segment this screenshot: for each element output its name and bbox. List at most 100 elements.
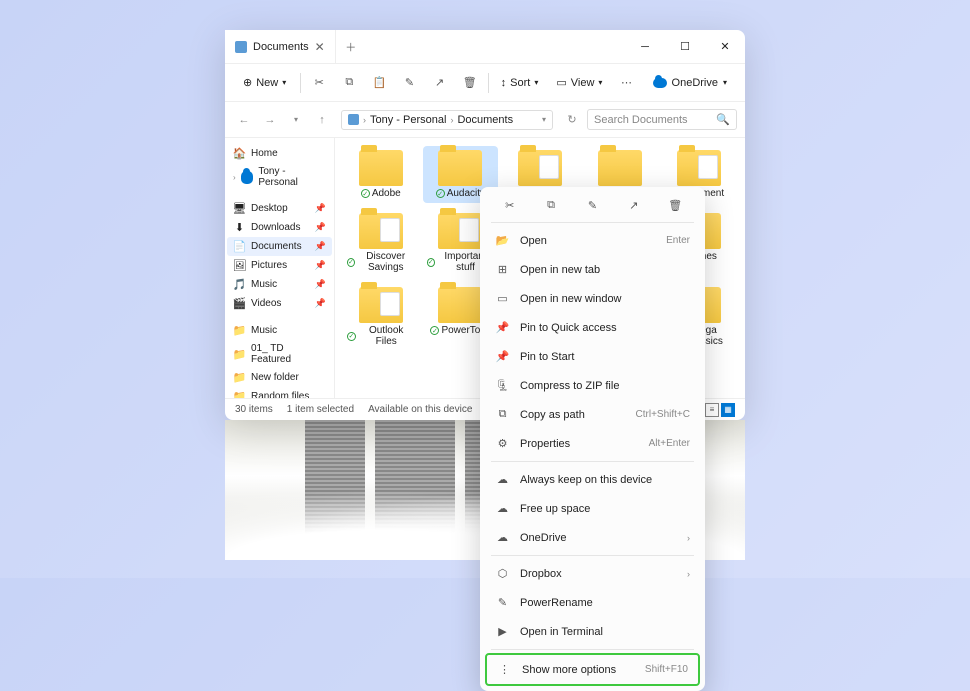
sync-icon: ✓ [347,258,355,267]
paste-button[interactable]: 📋 [367,70,391,96]
sidebar-item[interactable]: 📁Music [227,321,332,340]
ctx-copy-path[interactable]: ⧉Copy as pathCtrl+Shift+C [485,400,700,429]
availability: Available on this device [368,404,472,415]
new-button[interactable]: ⊕ New ▾ [235,72,294,93]
ctx-open[interactable]: 📂OpenEnter [485,226,700,255]
gear-icon: ⚙ [495,436,510,451]
ctx-properties[interactable]: ⚙PropertiesAlt+Enter [485,429,700,458]
search-input[interactable]: Search Documents🔍 [587,109,737,130]
home-icon: 🏠 [233,147,246,160]
sidebar-home[interactable]: 🏠Home [227,144,332,163]
sync-icon: ✓ [430,326,439,335]
downloads-icon: ⬇ [233,221,246,234]
folder-icon: 📁 [233,390,246,398]
folder-item[interactable]: ✓ Discover Savings [343,209,419,277]
ctx-open-terminal[interactable]: ▶Open in Terminal [485,617,700,646]
back-button[interactable]: ← [233,109,255,131]
sync-icon: ☁ [495,472,510,487]
dropbox-icon: ⬡ [495,566,510,581]
delete-icon[interactable]: 🗑 [668,198,683,213]
rename-button[interactable]: ✎ [397,70,421,96]
recent-button[interactable]: ▾ [285,109,307,131]
breadcrumb-item[interactable]: Documents [457,114,513,126]
toolbar: ⊕ New ▾ ✂ ⧉ 📋 ✎ ↗ 🗑 ↕ Sort ▾ ▭ View ▾ ⋯ … [225,64,745,102]
minimize-button[interactable]: ─ [625,30,665,63]
titlebar: Documents ✕ ＋ ─ ☐ ✕ [225,30,745,64]
more-icon: ⋮ [497,662,512,677]
folder-icon [598,150,642,186]
sidebar-item-music[interactable]: 🎵Music📌 [227,275,332,294]
sidebar-item-documents[interactable]: 📄Documents📌 [227,237,332,256]
newtab-icon: ⊞ [495,262,510,277]
folder-icon [359,213,403,249]
onedrive-icon: ☁ [495,530,510,545]
pin-icon: 📌 [315,260,326,271]
onedrive-button[interactable]: OneDrive ▾ [645,73,735,93]
address-bar[interactable]: › Tony - Personal › Documents ▾ [341,110,553,130]
chevron-right-icon: › [687,533,690,543]
folder-icon [518,150,562,186]
sort-button[interactable]: ↕ Sort ▾ [495,73,545,93]
sidebar-item[interactable]: 📁New folder [227,368,332,387]
navbar: ← → ▾ ↑ › Tony - Personal › Documents ▾ … [225,102,745,138]
sidebar-item-videos[interactable]: 🎬Videos📌 [227,294,332,313]
maximize-button[interactable]: ☐ [665,30,705,63]
tab-documents[interactable]: Documents ✕ [225,30,336,63]
sidebar-personal[interactable]: ›Tony - Personal [227,163,332,191]
path-icon: ⧉ [495,407,510,422]
zip-icon: 🗜 [495,378,510,393]
ctx-compress-zip[interactable]: 🗜Compress to ZIP file [485,371,700,400]
tab-label: Documents [253,41,309,53]
sidebar-item-pictures[interactable]: 🖼Pictures📌 [227,256,332,275]
up-button[interactable]: ↑ [311,109,333,131]
ctx-onedrive[interactable]: ☁OneDrive› [485,523,700,552]
folder-item[interactable]: ✓ Adobe [343,146,419,203]
search-icon: 🔍 [716,113,730,126]
pin-icon: 📌 [315,203,326,214]
folder-icon [438,287,482,323]
share-icon[interactable]: ↗ [626,198,641,213]
delete-button[interactable]: 🗑 [458,70,482,96]
sidebar-item-desktop[interactable]: 🖥Desktop📌 [227,199,332,218]
share-button[interactable]: ↗ [428,70,452,96]
sidebar-item-downloads[interactable]: ⬇Downloads📌 [227,218,332,237]
rename-icon: ✎ [495,595,510,610]
view-details-toggle[interactable]: ≡ [705,403,719,417]
close-button[interactable]: ✕ [705,30,745,63]
documents-icon [235,41,247,53]
sidebar-item[interactable]: 📁Random files [227,387,332,398]
sidebar-item[interactable]: 📁01_ TD Featured [227,340,332,368]
refresh-button[interactable]: ↻ [561,109,583,131]
ctx-open-new-tab[interactable]: ⊞Open in new tab [485,255,700,284]
pin-icon: 📌 [495,320,510,335]
music-icon: 🎵 [233,278,246,291]
ctx-pin-start[interactable]: 📌Pin to Start [485,342,700,371]
copy-icon[interactable]: ⧉ [544,198,559,213]
folder-icon [438,213,482,249]
ctx-always-keep[interactable]: ☁Always keep on this device [485,465,700,494]
ctx-pin-quick-access[interactable]: 📌Pin to Quick access [485,313,700,342]
ctx-open-new-window[interactable]: ▭Open in new window [485,284,700,313]
ctx-powerrename[interactable]: ✎PowerRename [485,588,700,617]
cloud-icon: ☁ [495,501,510,516]
ctx-dropbox[interactable]: ⬡Dropbox› [485,559,700,588]
ctx-show-more-options[interactable]: ⋮Show more optionsShift+F10 [485,653,700,686]
ctx-free-up-space[interactable]: ☁Free up space [485,494,700,523]
cloud-icon [241,171,254,184]
cut-button[interactable]: ✂ [307,70,331,96]
more-button[interactable]: ⋯ [614,70,638,96]
window-icon: ▭ [495,291,510,306]
rename-icon[interactable]: ✎ [585,198,600,213]
copy-button[interactable]: ⧉ [337,70,361,96]
view-icons-toggle[interactable]: ▦ [721,403,735,417]
forward-button[interactable]: → [259,109,281,131]
view-button[interactable]: ▭ View ▾ [550,72,608,93]
folder-icon [359,287,403,323]
new-tab-button[interactable]: ＋ [336,30,366,63]
folder-item[interactable]: ✓ Outlook Files [343,283,419,351]
cut-icon[interactable]: ✂ [502,198,517,213]
folder-icon: 📁 [233,348,246,361]
breadcrumb-item[interactable]: Tony - Personal [370,114,446,126]
tab-close-icon[interactable]: ✕ [315,40,325,54]
folder-icon [677,150,721,186]
